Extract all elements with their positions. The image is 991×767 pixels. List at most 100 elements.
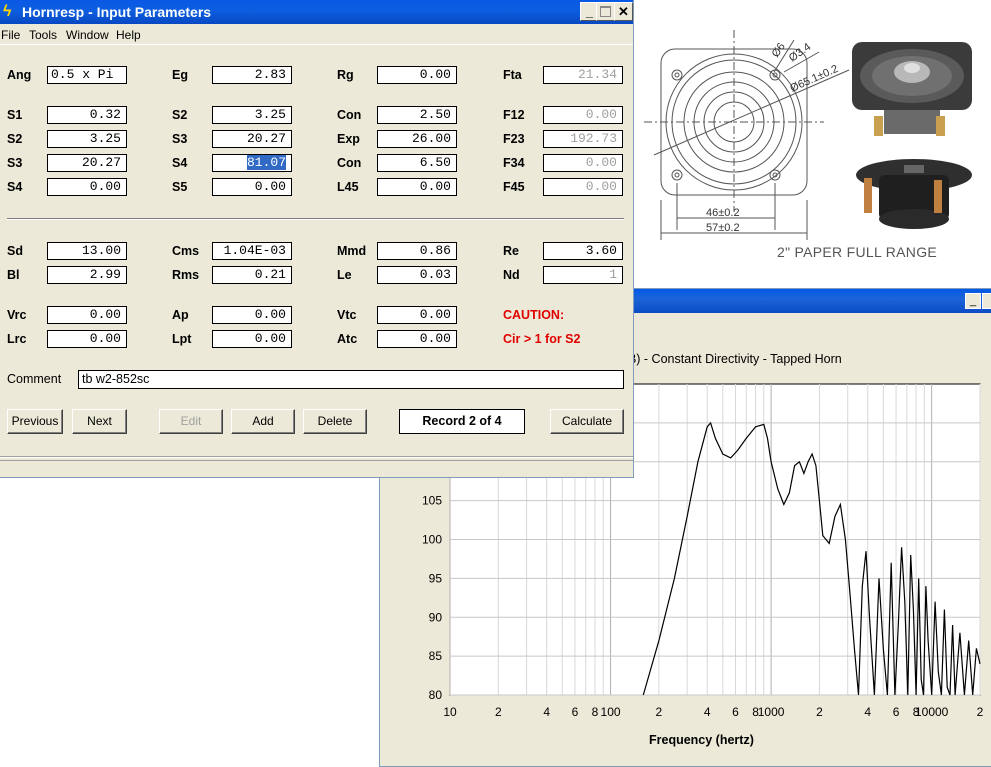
x-tick-label: 1000 [758,705,785,719]
param-label-lpt: Lpt [172,332,192,346]
y-tick-label: 105 [422,494,442,508]
param-field-rg[interactable]: 0.00 [377,66,457,84]
param-label-f12: F12 [503,108,525,122]
param-field-s4-selected[interactable]: 81.07 [212,154,292,172]
comment-label: Comment [7,372,62,386]
param-field-s5[interactable]: 0.00 [212,178,292,196]
x-tick-label: 2 [495,705,502,719]
param-field-ap[interactable]: 0.00 [212,306,292,324]
input-parameters-window: ϟ Hornresp - Input Parameters _ ✕ File T… [0,0,634,478]
add-button[interactable]: Add [231,409,295,434]
param-label-ap: Ap [172,308,189,322]
x-axis-label: Frequency (hertz) [649,733,754,747]
param-field-rms[interactable]: 0.21 [212,266,292,284]
param-field-eg[interactable]: 2.83 [212,66,292,84]
menu-help[interactable]: Help [116,28,141,42]
menu-tools[interactable]: Tools [29,28,57,42]
status-divider-1 [0,456,633,458]
param-label-s4b: S4 [7,180,23,194]
edit-button[interactable]: Edit [159,409,223,434]
menu-file[interactable]: File [1,28,20,42]
next-button[interactable]: Next [72,409,127,434]
param-field-bl[interactable]: 2.99 [47,266,127,284]
param-field-cms[interactable]: 1.04E-03 [212,242,292,260]
param-field-s1[interactable]: 0.32 [47,106,127,124]
hornresp-lightning-icon: ϟ [3,3,12,20]
comment-field[interactable]: tb w2-852sc [78,370,624,389]
caution-label: CAUTION: [503,308,565,322]
param-label-con1: Con [337,108,362,122]
param-label-rg: Rg [337,68,354,82]
param-field-con1[interactable]: 2.50 [377,106,457,124]
x-tick-label: 2 [656,705,663,719]
param-field-f12: 0.00 [543,106,623,124]
dim-hole-spacing: 46±0.2 [706,207,740,219]
param-label-vrc: Vrc [7,308,27,322]
param-label-mmd: Mmd [337,244,367,258]
x-tick-label: 4 [704,705,711,719]
x-tick-label: 6 [572,705,579,719]
status-divider-2 [0,460,633,461]
param-field-s4b[interactable]: 0.00 [47,178,127,196]
param-label-exp: Exp [337,132,360,146]
x-tick-label: 10000 [915,705,949,719]
chart-minimize-button[interactable]: _ [965,293,981,309]
param-field-s2b[interactable]: 3.25 [47,130,127,148]
param-label-s4: S4 [172,156,188,170]
param-label-vtc: Vtc [337,308,357,322]
param-field-l45[interactable]: 0.00 [377,178,457,196]
param-field-vtc[interactable]: 0.00 [377,306,457,324]
maximize-button[interactable] [596,2,615,21]
param-field-lpt[interactable]: 0.00 [212,330,292,348]
section-divider [7,218,624,220]
delete-button[interactable]: Delete [303,409,367,434]
param-field-con2[interactable]: 6.50 [377,154,457,172]
param-label-cms: Cms [172,244,200,258]
param-field-f45: 0.00 [543,178,623,196]
chart-maximize-button[interactable] [982,293,991,309]
y-tick-label: 85 [429,649,443,663]
param-label-fta: Fta [503,68,522,82]
param-field-s3[interactable]: 20.27 [212,130,292,148]
param-field-sd[interactable]: 13.00 [47,242,127,260]
x-tick-label: 2 [977,705,984,719]
param-label-le: Le [337,268,352,282]
param-field-s3b[interactable]: 20.27 [47,154,127,172]
calculate-button[interactable]: Calculate [550,409,624,434]
menubar: File Tools Window Help [0,24,633,45]
param-field-s2[interactable]: 3.25 [212,106,292,124]
close-button[interactable]: ✕ [614,2,633,21]
chart-title: dB) - Constant Directivity - Tapped Horn [621,352,842,366]
param-label-re: Re [503,244,519,258]
param-field-mmd[interactable]: 0.86 [377,242,457,260]
speaker-drawing: Ø6 Ø3.4 Ø65.1±0.2 46±0.2 57±0.2 2" PAPER… [634,0,991,290]
param-field-fta: 21.34 [543,66,623,84]
param-label-s2: S2 [172,108,188,122]
param-field-ang[interactable]: 0.5 x Pi [47,66,127,84]
drawing-caption: 2" PAPER FULL RANGE [777,244,938,260]
titlebar[interactable]: ϟ Hornresp - Input Parameters _ ✕ [0,0,633,24]
x-tick-label: 4 [864,705,871,719]
y-tick-label: 90 [429,610,443,624]
param-field-vrc[interactable]: 0.00 [47,306,127,324]
caution-message: Cir > 1 for S2 [503,332,581,346]
param-field-le[interactable]: 0.03 [377,266,457,284]
y-tick-label: 100 [422,533,442,547]
selected-text: 81.07 [246,155,286,170]
record-indicator: Record 2 of 4 [399,409,525,434]
param-field-lrc[interactable]: 0.00 [47,330,127,348]
param-label-bl: Bl [7,268,20,282]
param-label-s3b: S3 [7,156,23,170]
y-tick-label: 95 [429,571,443,585]
param-field-re[interactable]: 3.60 [543,242,623,260]
param-field-atc[interactable]: 0.00 [377,330,457,348]
param-label-f34: F34 [503,156,525,170]
previous-button[interactable]: Previous [7,409,63,434]
menu-window[interactable]: Window [66,28,109,42]
param-field-exp[interactable]: 26.00 [377,130,457,148]
param-field-f23: 192.73 [543,130,623,148]
x-tick-label: 6 [893,705,900,719]
x-tick-label: 8 [592,705,599,719]
param-field-nd: 1 [543,266,623,284]
x-tick-label: 4 [543,705,550,719]
